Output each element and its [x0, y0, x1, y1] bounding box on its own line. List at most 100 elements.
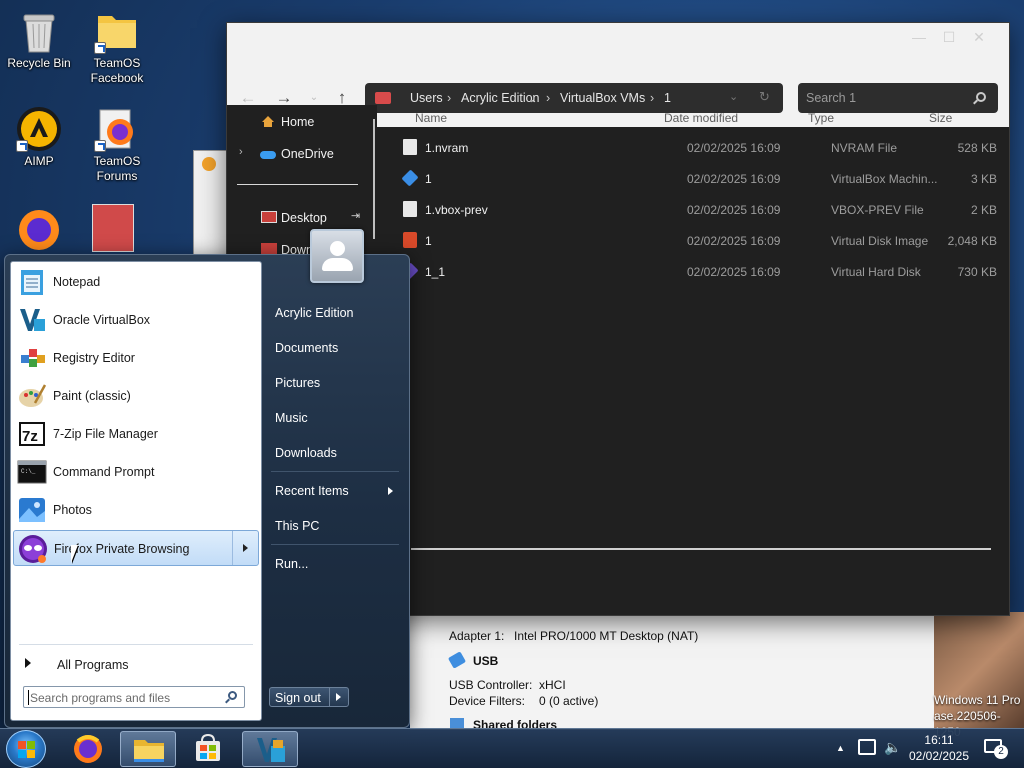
- desktop-icon-partial[interactable]: [92, 204, 134, 252]
- programs-pane: Notepad Oracle VirtualBox Registry Edito…: [10, 261, 262, 721]
- arrow-right-icon: [25, 658, 31, 668]
- desktop-icon-teamos-forums[interactable]: TeamOS Forums: [78, 106, 156, 184]
- nav-item-home[interactable]: Home: [281, 115, 314, 129]
- pin-icon[interactable]: ⇥: [351, 209, 360, 222]
- file-row[interactable]: 1_1 02/02/2025 16:09 Virtual Hard Disk 7…: [399, 259, 997, 285]
- firefox-icon: [74, 735, 102, 763]
- program-label: Photos: [53, 503, 92, 517]
- file-type: Virtual Hard Disk: [831, 265, 921, 279]
- minimize-button[interactable]: —: [905, 26, 933, 48]
- start-item-this-pc[interactable]: This PC: [271, 512, 401, 540]
- desktop-icon-firefox-partial[interactable]: [16, 204, 62, 252]
- firefox-private-icon: [19, 535, 47, 563]
- address-dropdown-icon[interactable]: ⌄: [729, 90, 738, 103]
- nav-item-onedrive[interactable]: OneDrive: [281, 147, 334, 161]
- refresh-icon[interactable]: ↻: [759, 89, 770, 105]
- breadcrumb-1[interactable]: 1: [664, 91, 671, 105]
- desktop-icon-aimp[interactable]: AIMP: [0, 106, 78, 169]
- start-search-input[interactable]: Search programs and files: [23, 686, 245, 708]
- sort-indicator-icon: ⌃: [529, 99, 538, 110]
- taskbar: ▲ 🔈 16:11 02/02/2025 2: [0, 728, 1024, 768]
- shared-folder-icon: [450, 718, 464, 728]
- jump-list-arrow-icon[interactable]: [232, 531, 258, 565]
- usb-icon: [447, 651, 467, 669]
- start-item-pictures[interactable]: Pictures: [271, 369, 401, 397]
- shutdown-options-arrow-icon[interactable]: [336, 693, 341, 701]
- close-button[interactable]: ✕: [965, 26, 993, 48]
- start-right-divider: [271, 544, 399, 545]
- column-header-date[interactable]: Date modified: [664, 111, 738, 125]
- all-programs-label: All Programs: [57, 658, 129, 672]
- desktop-icon-teamos-facebook[interactable]: TeamOS Facebook: [78, 8, 156, 86]
- program-notepad[interactable]: Notepad: [13, 264, 259, 300]
- start-item-label: Run...: [275, 557, 309, 571]
- nav-item-desktop[interactable]: Desktop: [281, 211, 327, 225]
- usb-heading: USB: [473, 654, 499, 668]
- program-photos[interactable]: Photos: [13, 492, 259, 528]
- expand-chevron-icon[interactable]: ›: [239, 146, 243, 158]
- nav-pane-scrollbar[interactable]: [373, 119, 375, 239]
- taskbar-file-explorer[interactable]: [120, 731, 176, 767]
- file-row[interactable]: 1 02/02/2025 16:09 Virtual Disk Image 2,…: [399, 228, 997, 254]
- breadcrumb-separator-icon: ›: [447, 91, 452, 105]
- usb-controller-value: xHCI: [539, 678, 566, 692]
- start-item-user-folder[interactable]: Acrylic Edition: [271, 299, 401, 327]
- desktop-icon-recycle-bin[interactable]: Recycle Bin: [0, 8, 78, 71]
- mouse-cursor-icon: [71, 545, 78, 563]
- device-filters-value: 0 (0 active): [539, 694, 599, 708]
- taskbar-virtualbox[interactable]: [242, 731, 298, 767]
- column-header-type[interactable]: Type: [808, 111, 834, 125]
- file-size: 2 KB: [970, 203, 997, 217]
- network-icon[interactable]: [858, 739, 876, 755]
- file-row[interactable]: 1 02/02/2025 16:09 VirtualBox Machin... …: [399, 166, 997, 192]
- file-row[interactable]: 1.nvram 02/02/2025 16:09 NVRAM File 528 …: [399, 135, 997, 161]
- home-icon: [261, 115, 275, 128]
- start-item-documents[interactable]: Documents: [271, 334, 401, 362]
- explorer-titlebar[interactable]: — ☐ ✕: [227, 23, 1009, 53]
- start-item-recent-items[interactable]: Recent Items: [271, 477, 401, 505]
- breadcrumb-virtualbox-vms[interactable]: VirtualBox VMs: [560, 91, 645, 105]
- notification-badge: 2: [994, 745, 1008, 759]
- program-label: Registry Editor: [53, 351, 135, 365]
- volume-icon[interactable]: 🔈: [884, 739, 901, 756]
- show-hidden-icons-button[interactable]: ▲: [836, 743, 845, 753]
- start-item-run[interactable]: Run...: [271, 550, 401, 578]
- all-programs-button[interactable]: All Programs: [15, 652, 259, 678]
- clock-date: 02/02/2025: [908, 749, 970, 763]
- start-item-downloads[interactable]: Downloads: [271, 439, 401, 467]
- column-header-name[interactable]: Name: [415, 111, 447, 125]
- column-header-size[interactable]: Size: [929, 111, 952, 125]
- 7zip-icon: 7z: [19, 422, 45, 446]
- horizontal-scrollbar[interactable]: [411, 548, 991, 550]
- firefox-icon: [94, 106, 140, 152]
- program-label: Command Prompt: [53, 465, 155, 479]
- maximize-button[interactable]: ☐: [935, 26, 963, 48]
- user-picture[interactable]: [310, 229, 364, 283]
- file-list: ⌃ Name Date modified Type Size 1.nvram 0…: [377, 99, 1009, 615]
- file-row[interactable]: 1.vbox-prev 02/02/2025 16:09 VBOX-PREV F…: [399, 197, 997, 223]
- program-registry-editor[interactable]: Registry Editor: [13, 340, 259, 376]
- sign-out-divider: [329, 688, 330, 706]
- adapter-label: Adapter 1:: [449, 629, 505, 643]
- search-icon: [228, 691, 237, 700]
- virtual-disk-icon: [403, 232, 417, 248]
- system-clock[interactable]: 16:11 02/02/2025: [906, 732, 972, 764]
- program-7zip[interactable]: 7z 7-Zip File Manager: [13, 416, 259, 452]
- app-icon: [202, 157, 216, 171]
- notification-center-button[interactable]: 2: [982, 737, 1012, 761]
- svg-text:7z: 7z: [22, 428, 38, 445]
- sign-out-button[interactable]: Sign out: [269, 687, 349, 707]
- text-caret: [28, 690, 29, 705]
- breadcrumb-users[interactable]: Users: [410, 91, 443, 105]
- program-paint[interactable]: Paint (classic): [13, 378, 259, 414]
- program-firefox-private-browsing[interactable]: Firefox Private Browsing: [13, 530, 259, 566]
- start-item-label: This PC: [275, 519, 320, 533]
- program-oracle-virtualbox[interactable]: Oracle VirtualBox: [13, 302, 259, 338]
- start-item-music[interactable]: Music: [271, 404, 401, 432]
- desktop-icon-label: AIMP: [24, 154, 54, 168]
- taskbar-firefox[interactable]: [60, 731, 116, 767]
- taskbar-microsoft-store[interactable]: [180, 731, 236, 767]
- breadcrumb-acrylic-edition[interactable]: Acrylic Edition: [461, 91, 540, 105]
- program-command-prompt[interactable]: C:\_ Command Prompt: [13, 454, 259, 490]
- start-button[interactable]: [6, 730, 46, 768]
